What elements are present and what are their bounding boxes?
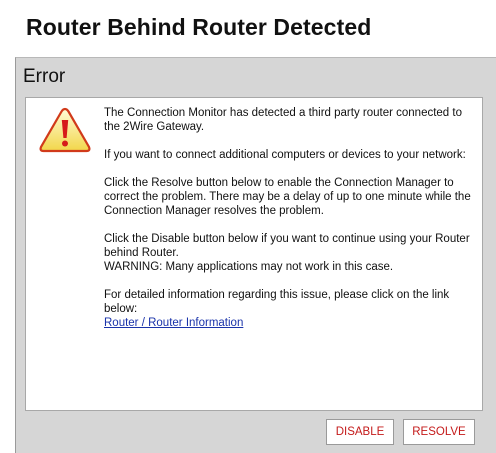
disable-button[interactable]: DISABLE (326, 419, 394, 445)
warning-line: WARNING: Many applications may not work … (104, 261, 394, 273)
router-error-page: Router Behind Router Detected Error The … (0, 0, 496, 453)
error-panel: Error The Connection Monitor has detecte… (15, 57, 496, 453)
warning-triangle-icon (39, 107, 91, 153)
message-paragraph: Click the Resolve button below to enable… (104, 177, 471, 217)
error-message-box: The Connection Monitor has detected a th… (25, 97, 483, 411)
message-paragraph: The Connection Monitor has detected a th… (104, 107, 462, 133)
message-paragraph: If you want to connect additional comput… (104, 149, 466, 161)
router-information-link[interactable]: Router / Router Information (104, 317, 243, 329)
message-paragraph: For detailed information regarding this … (104, 289, 450, 315)
error-message: The Connection Monitor has detected a th… (104, 106, 476, 330)
panel-heading: Error (23, 66, 66, 87)
message-paragraph: Click the Disable button below if you wa… (104, 233, 470, 259)
page-title: Router Behind Router Detected (26, 14, 372, 40)
resolve-button[interactable]: RESOLVE (403, 419, 475, 445)
